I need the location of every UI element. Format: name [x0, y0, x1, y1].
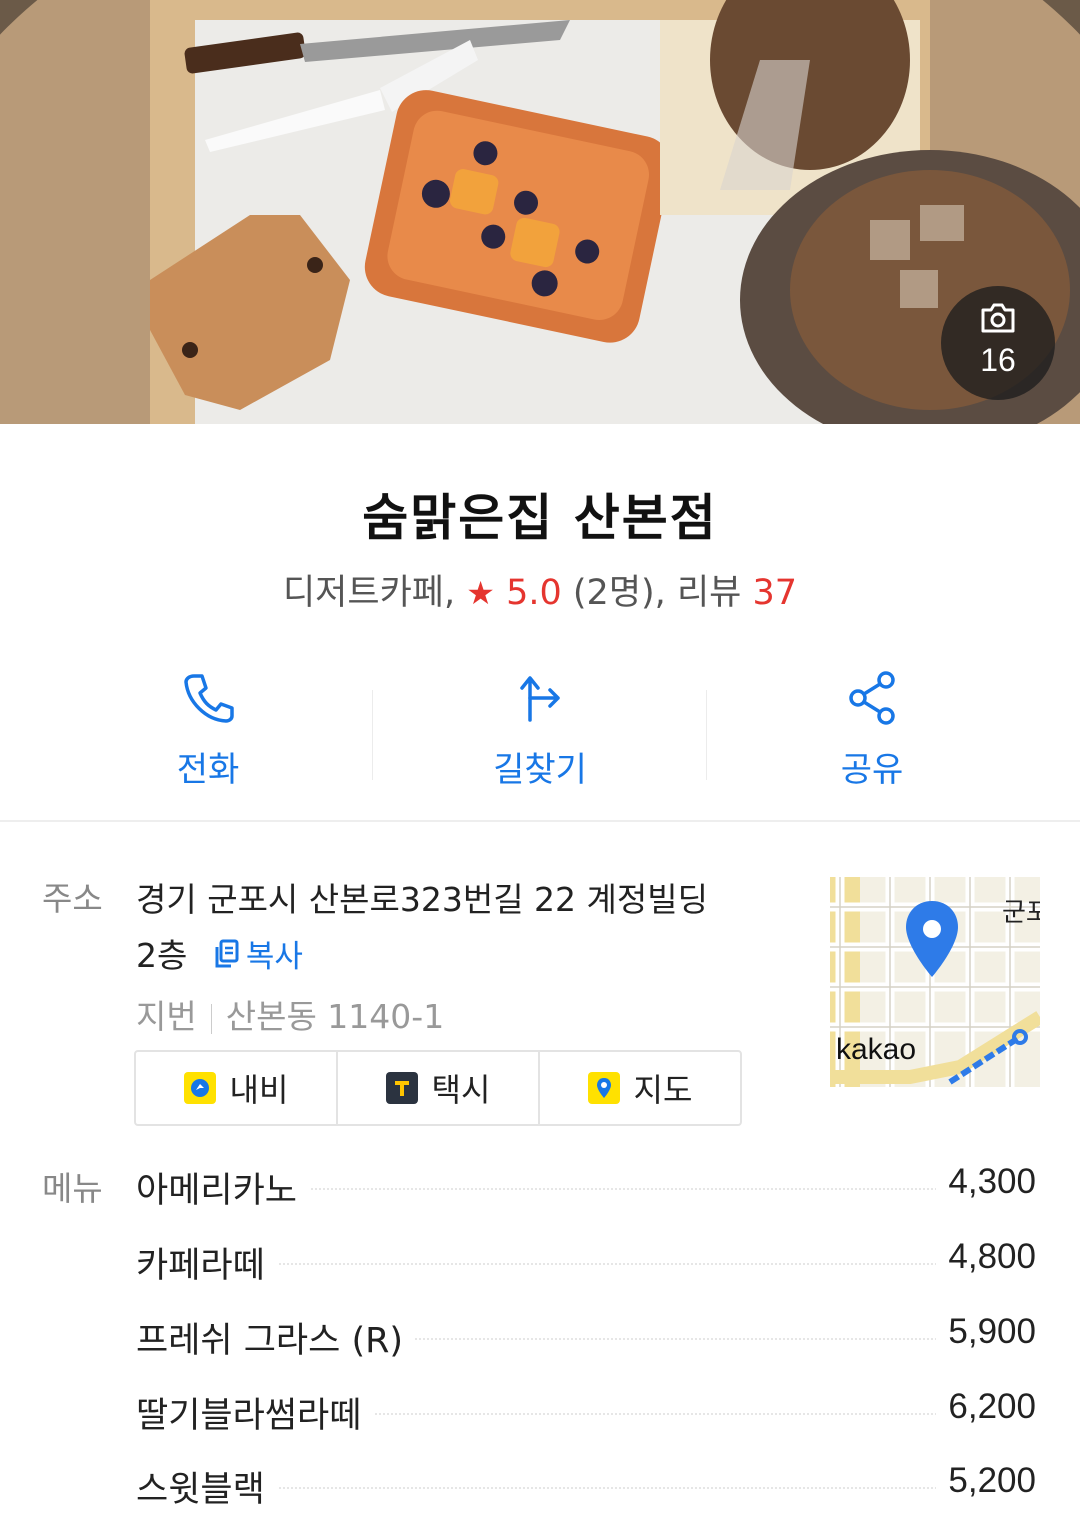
address-label: 주소 [42, 879, 103, 918]
photo-count-number: 16 [980, 342, 1016, 378]
navi-label: 내비 [229, 1071, 289, 1109]
hero-photo[interactable]: 16 [0, 0, 1080, 424]
jibun-label: 지번 [136, 997, 197, 1036]
directions-button[interactable]: 길찾기 [360, 668, 720, 791]
rating-count: (2명), [572, 573, 666, 613]
review-label[interactable]: 리뷰 [677, 573, 741, 613]
map-button[interactable]: 지도 [540, 1052, 740, 1124]
map-thumbnail[interactable]: kakao 군포 [830, 877, 1040, 1087]
photo-count-badge[interactable]: 16 [941, 286, 1055, 400]
taxi-button[interactable]: 택시 [338, 1052, 540, 1124]
menu-item: 카페라떼 4,800 [136, 1237, 1036, 1288]
share-icon [692, 668, 1052, 728]
share-label: 공유 [840, 750, 904, 790]
address-line1: 경기 군포시 산본로323번길 22 계정빌딩 [136, 880, 708, 919]
jibun-value: 산본동 1140-1 [225, 997, 445, 1036]
address-text: 경기 군포시 산본로323번길 22 계정빌딩 2층 복사 [136, 872, 816, 987]
jibun-divider [210, 1003, 212, 1034]
star-icon: ★ [466, 574, 495, 612]
map-pin-icon [587, 1072, 620, 1104]
map-thumbnail-art: kakao 군포 [830, 877, 1040, 1087]
taxi-icon [385, 1072, 418, 1104]
hero-photo-art [0, 0, 1080, 424]
menu-item-price: 4,800 [936, 1237, 1036, 1277]
navigation-button-group: 내비 택시 지도 [134, 1050, 742, 1126]
menu-item-name: 딸기블라썸라떼 [136, 1387, 374, 1438]
call-button[interactable]: 전화 [28, 668, 388, 791]
menu-item-name: 프레쉬 그라스 (R) [136, 1312, 416, 1363]
menu-label: 메뉴 [42, 1169, 103, 1208]
share-button[interactable]: 공유 [692, 668, 1052, 791]
copy-icon [212, 931, 240, 987]
taxi-label: 택시 [431, 1071, 491, 1109]
menu-item-price: 4,300 [936, 1162, 1036, 1202]
section-divider [0, 820, 1080, 822]
place-summary: 디저트카페, ★ 5.0 (2명), 리뷰 37 [0, 564, 1080, 615]
jibun-row: 지번 산본동 1140-1 [136, 990, 444, 1038]
menu-item-name: 카페라떼 [136, 1237, 277, 1288]
place-title: 숨맑은집 산본점 [362, 489, 718, 547]
menu-item: 프레쉬 그라스 (R) 5,900 [136, 1312, 1036, 1363]
call-label: 전화 [176, 750, 240, 790]
menu-item-name: 아메리카노 [136, 1162, 310, 1213]
directions-icon [360, 668, 720, 728]
navi-icon [183, 1072, 216, 1104]
category-text: 디저트카페, [282, 573, 456, 613]
rating-value: 5.0 [506, 573, 562, 613]
address-line2: 2층 [136, 936, 188, 975]
map-brand-text: kakao [836, 1033, 916, 1066]
map-place-text: 군포 [1002, 898, 1040, 928]
copy-label: 복사 [245, 939, 303, 975]
menu-item: 아메리카노 4,300 [136, 1162, 1036, 1213]
phone-icon [28, 668, 388, 728]
menu-item-name: 스윗블랙 [136, 1461, 277, 1512]
menu-item-price: 6,200 [936, 1387, 1036, 1427]
menu-item-price: 5,900 [936, 1312, 1036, 1352]
directions-label: 길찾기 [493, 750, 587, 790]
navi-button[interactable]: 내비 [136, 1052, 338, 1124]
menu-item-price: 5,200 [936, 1461, 1036, 1501]
copy-address-button[interactable]: 복사 [198, 939, 303, 975]
menu-item: 딸기블라썸라떼 6,200 [136, 1387, 1036, 1438]
review-count[interactable]: 37 [752, 573, 797, 613]
menu-item: 스윗블랙 5,200 [136, 1461, 1036, 1512]
map-label: 지도 [633, 1071, 693, 1109]
